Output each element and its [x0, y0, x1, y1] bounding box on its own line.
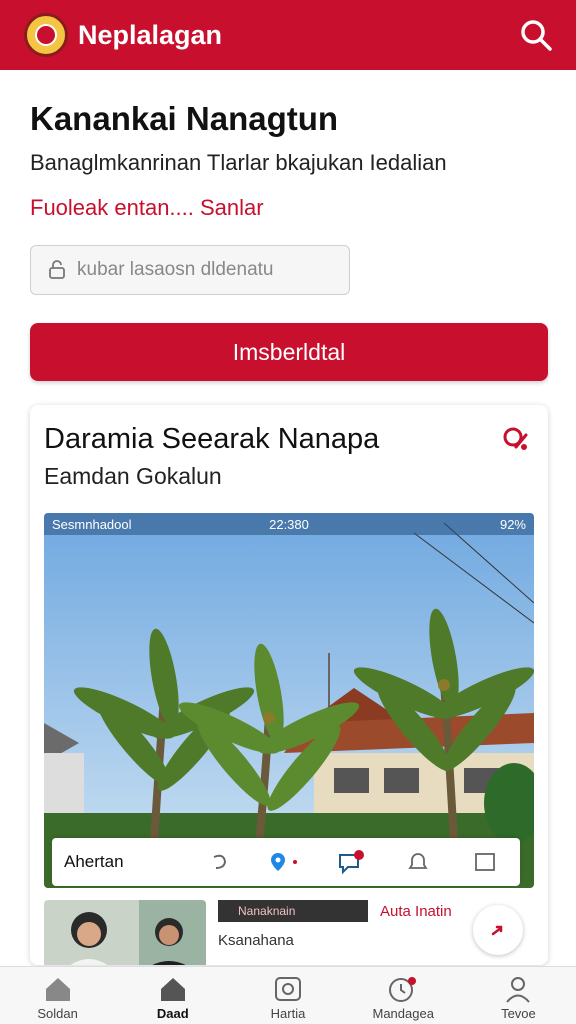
- photo-action-bar: Ahertan: [52, 838, 520, 886]
- clock-notification-icon: [389, 977, 417, 1002]
- bottom-nav: Soldan Daad Hartia Mandagea Tevoe: [0, 966, 576, 1024]
- location-pin-icon: [271, 853, 298, 871]
- tag-sub: Ksanahana: [218, 932, 294, 949]
- action-bar-label: Ahertan: [64, 852, 124, 871]
- nav-label: Mandagea: [372, 1006, 434, 1021]
- nav-item-soldan[interactable]: Soldan: [0, 967, 115, 1024]
- home-filled-icon: [160, 978, 185, 1001]
- app-bar: Neplalagan: [0, 0, 576, 70]
- nav-label: Daad: [156, 1006, 189, 1021]
- primary-button[interactable]: Imsberldtal: [30, 323, 548, 381]
- tag-edit-icon: [503, 427, 528, 450]
- page-subtitle: Banaglmkanrinan Tlarlar bkajukan Iedalia…: [30, 150, 447, 175]
- nav-label: Hartia: [270, 1006, 306, 1021]
- square-icon: [474, 853, 495, 871]
- location-button[interactable]: [262, 847, 308, 877]
- nav-item-mandagea[interactable]: Mandagea: [346, 967, 461, 1024]
- repost-button[interactable]: [196, 847, 242, 877]
- search-input[interactable]: [77, 259, 337, 281]
- comment-button[interactable]: [329, 847, 375, 877]
- card-action-button[interactable]: [500, 423, 532, 455]
- nav-item-daad[interactable]: Daad: [115, 967, 230, 1024]
- nav-item-hartia[interactable]: Hartia: [230, 967, 345, 1024]
- profile-icon: [506, 977, 531, 1003]
- tropical-house-image: [44, 513, 534, 888]
- post-photo[interactable]: Sesmnhadool 22:380 92% Ahertan: [44, 513, 534, 888]
- card-title: Daramia Seearak Nanapa: [44, 423, 380, 455]
- status-carrier: Sesmnhadool: [52, 516, 132, 532]
- tag-label: Nanaknain: [218, 900, 368, 922]
- people-thumbnail[interactable]: [44, 900, 206, 965]
- arrow-icon: [491, 925, 503, 936]
- nav-label: Soldan: [37, 1006, 78, 1021]
- status-battery: 92%: [499, 516, 526, 532]
- nav-item-tevoe[interactable]: Tevoe: [461, 967, 576, 1024]
- two-people-image: [44, 900, 206, 965]
- fullscreen-button[interactable]: [462, 847, 508, 877]
- undo-icon: [213, 854, 226, 869]
- comment-icon: [338, 850, 364, 875]
- lock-icon: [49, 260, 65, 279]
- notify-button[interactable]: [395, 847, 441, 877]
- bell-icon: [408, 853, 428, 869]
- card-subtitle: Eamdan Gokalun: [44, 463, 222, 489]
- app-logo: [24, 13, 68, 57]
- camera-icon: [275, 977, 301, 1001]
- photo-status-bar: Sesmnhadool 22:380 92%: [44, 513, 534, 535]
- search-field[interactable]: [30, 245, 350, 295]
- page-title: Kanankai Nanagtun: [30, 100, 339, 137]
- home-outline-icon: [45, 978, 70, 1001]
- tag-link[interactable]: Auta Inatin: [380, 903, 452, 920]
- search-button[interactable]: [516, 15, 556, 55]
- search-icon: [521, 20, 552, 51]
- status-time: 22:380: [269, 516, 309, 532]
- app-title: Neplalagan: [78, 19, 223, 50]
- page-link[interactable]: Fuoleak entan.... Sanlar: [30, 195, 264, 221]
- post-card: Daramia Seearak Nanapa Eamdan Gokalun Se…: [30, 405, 548, 965]
- nav-label: Tevoe: [501, 1006, 536, 1021]
- next-button[interactable]: [473, 905, 523, 955]
